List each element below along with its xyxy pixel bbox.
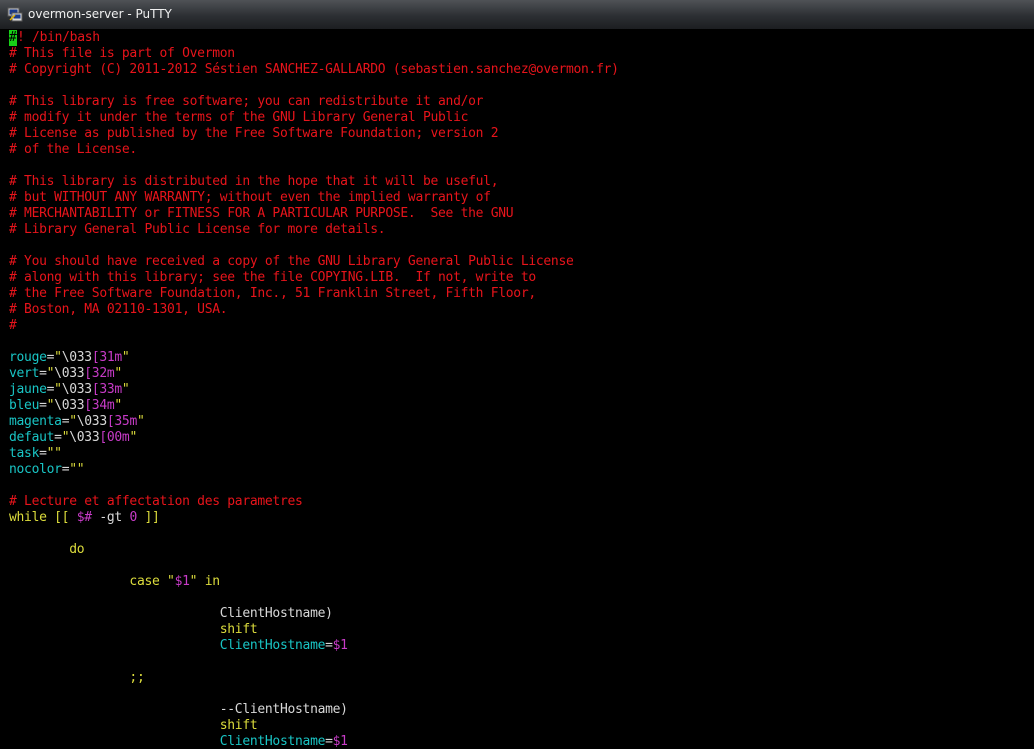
var-name: nocolor [9, 462, 62, 477]
comment-line: # This file is part of Overmon [9, 46, 235, 61]
comment-line: # This library is distributed in the hop… [9, 174, 499, 189]
escape-seq: \033 [69, 430, 100, 445]
terminal-lines: #! /bin/bash # This file is part of Overm… [9, 30, 619, 749]
var-assignment-nocolor: nocolor="" [9, 462, 85, 477]
comment-line: # but WITHOUT ANY WARRANTY; without even… [9, 190, 491, 205]
var-assignment-vert: vert="\033[32m" [9, 366, 122, 381]
escape-seq: \033 [54, 398, 85, 413]
comment-line: # You should have received a copy of the… [9, 254, 574, 269]
var-assignment-magenta: magenta="\033[35m" [9, 414, 145, 429]
var-assignment-defaut: defaut="\033[00m" [9, 430, 137, 445]
putty-icon [7, 6, 23, 22]
assign-line-1: ClientHostname=$1 [9, 638, 348, 653]
var-assignment-rouge: rouge="\033[31m" [9, 350, 130, 365]
while-line: while [[ $# -gt 0 ]] [9, 510, 160, 525]
comment-line: # This library is free software; you can… [9, 94, 484, 109]
comment-line: # [9, 318, 17, 333]
shebang-text: ! /bin/bash [17, 30, 100, 45]
comment-line: # License as published by the Free Softw… [9, 126, 499, 141]
var-assignment-task: task="" [9, 446, 62, 461]
comment-line: # modify it under the terms of the GNU L… [9, 110, 469, 125]
comment-line: # Copyright (C) 2011-2012 Séstien SANCHE… [9, 62, 619, 77]
color-code: [00m [99, 430, 130, 445]
var-assignment-jaune: jaune="\033[33m" [9, 382, 130, 397]
color-code: [34m [84, 398, 115, 413]
var-name: magenta [9, 414, 62, 429]
escape-seq: \033 [61, 382, 92, 397]
escape-seq: \033 [54, 366, 85, 381]
var-name: jaune [9, 382, 47, 397]
color-code: [32m [84, 366, 115, 381]
do-line: do [9, 542, 85, 557]
var-assignment-bleu: bleu="\033[34m" [9, 398, 122, 413]
case-label-2: --ClientHostname) [9, 702, 348, 717]
var-name: task [9, 446, 40, 461]
terminal-cursor: # [9, 30, 17, 46]
color-code: [31m [91, 350, 122, 365]
shebang-line: #! /bin/bash [9, 30, 619, 46]
comment-line: # along with this library; see the file … [9, 270, 536, 285]
shift-line-2: shift [9, 718, 258, 733]
var-name: defaut [9, 430, 55, 445]
var-name: vert [9, 366, 40, 381]
comment-line: # Boston, MA 02110-1301, USA. [9, 302, 228, 317]
shift-line-1: shift [9, 622, 258, 637]
comment-line: # MERCHANTABILITY or FITNESS FOR A PARTI… [9, 206, 514, 221]
window-title: overmon-server - PuTTY [28, 7, 172, 21]
escape-seq: \033 [76, 414, 107, 429]
comment-line: # of the License. [9, 142, 137, 157]
assign-line-2: ClientHostname=$1 [9, 734, 348, 749]
comment-line: # Library General Public License for mor… [9, 222, 386, 237]
terminal-area[interactable]: #! /bin/bash # This file is part of Overm… [7, 30, 1034, 749]
window-titlebar[interactable]: overmon-server - PuTTY [0, 0, 1034, 29]
case-separator: ;; [9, 670, 145, 685]
color-code: [33m [91, 382, 122, 397]
escape-seq: \033 [61, 350, 92, 365]
var-name: bleu [9, 398, 40, 413]
case-line: case "$1" in [9, 574, 220, 589]
comment-line: # the Free Software Foundation, Inc., 51… [9, 286, 536, 301]
color-code: [35m [106, 414, 137, 429]
case-label-1: ClientHostname) [9, 606, 333, 621]
var-name: rouge [9, 350, 47, 365]
comment-line: # Lecture et affectation des parametres [9, 494, 303, 509]
